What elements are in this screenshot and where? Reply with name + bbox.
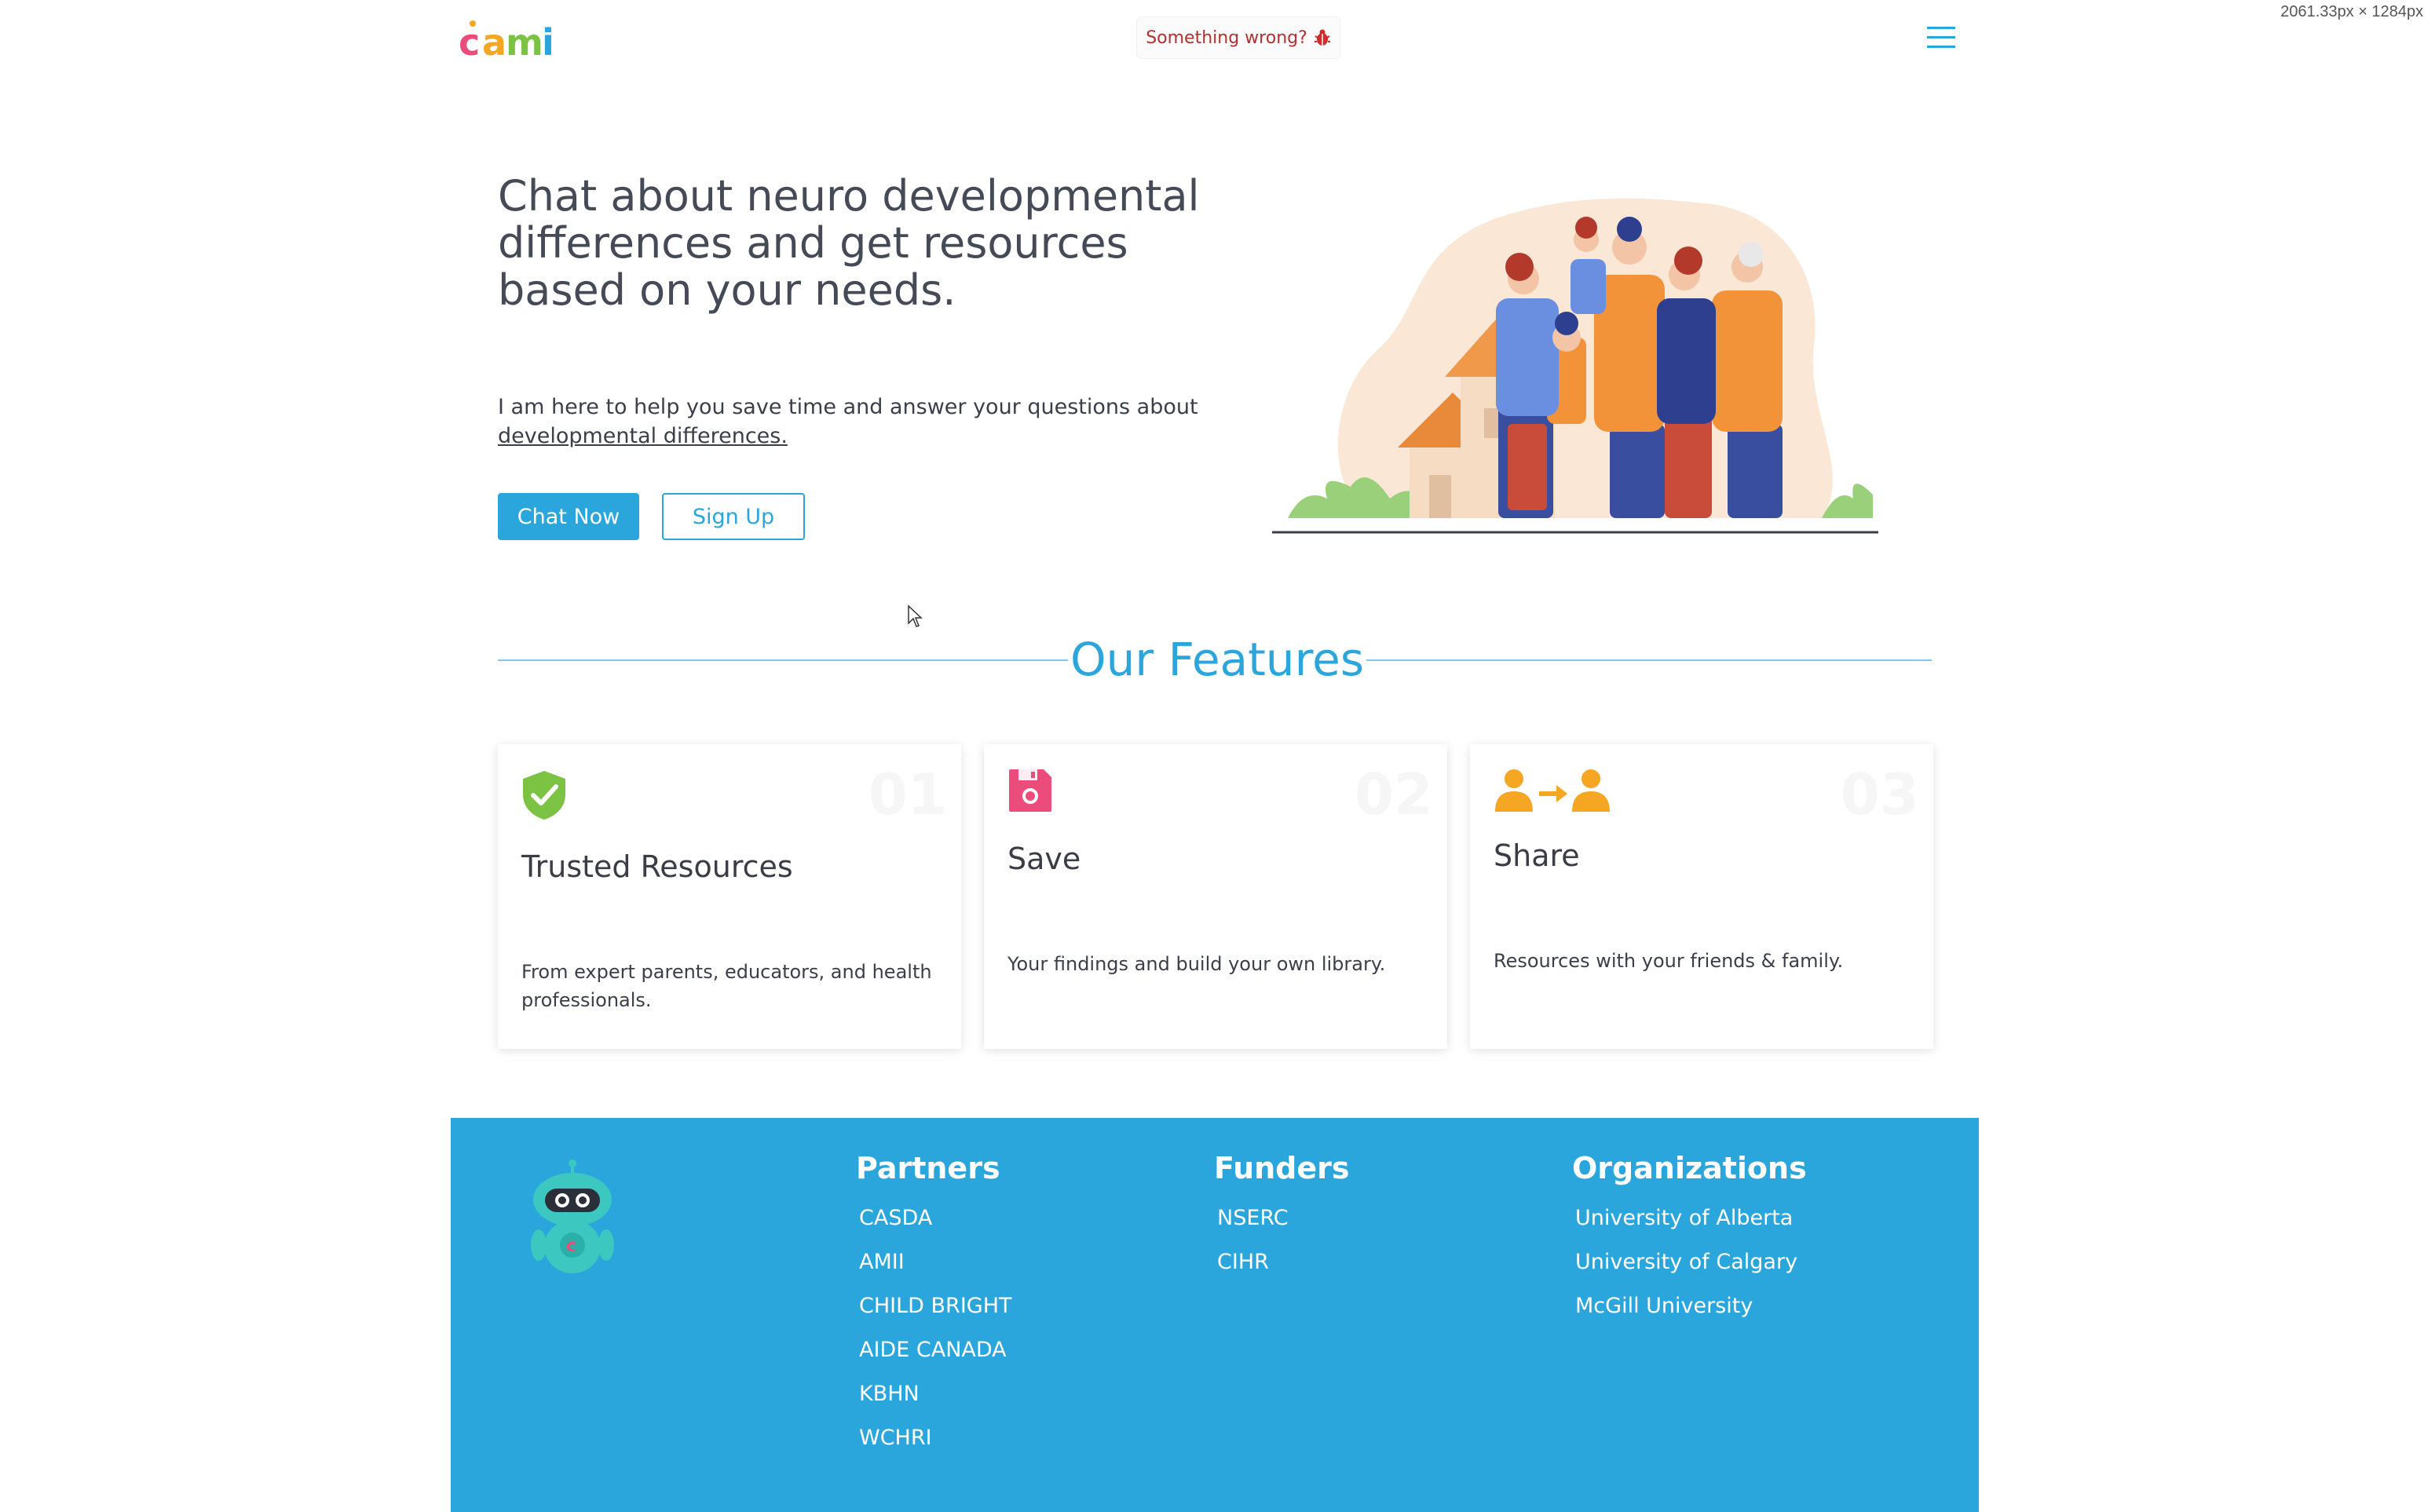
feature-number: 01 bbox=[868, 761, 947, 827]
feature-number: 02 bbox=[1354, 761, 1433, 827]
hero-title: Chat about neuro developmental differenc… bbox=[498, 171, 1200, 315]
dimensions-readout: 2061.33px × 1284px bbox=[2280, 3, 2423, 20]
hero-subtitle-text: I am here to help you save time and answ… bbox=[498, 395, 1198, 419]
feature-number: 03 bbox=[1840, 761, 1919, 827]
footer-link[interactable]: CIHR bbox=[1217, 1240, 1350, 1284]
sign-up-button[interactable]: Sign Up bbox=[662, 493, 805, 540]
cami-logo[interactable]: cami c a m i bbox=[459, 17, 553, 61]
svg-text:c: c bbox=[566, 1236, 576, 1256]
svg-text:a: a bbox=[482, 21, 506, 61]
share-users-icon bbox=[1495, 769, 1610, 812]
footer-organizations: Organizations University of Alberta Univ… bbox=[1572, 1151, 1807, 1328]
feature-description: From expert parents, educators, and heal… bbox=[521, 961, 932, 1011]
footer-link[interactable]: AMII bbox=[859, 1240, 1012, 1284]
feature-description: Resources with your friends & family. bbox=[1494, 950, 1844, 972]
developmental-differences-link[interactable]: developmental differences. bbox=[498, 424, 788, 448]
hamburger-menu-icon[interactable] bbox=[1927, 25, 1955, 50]
footer-column-title: Partners bbox=[856, 1151, 1000, 1185]
footer-link[interactable]: University of Alberta bbox=[1575, 1196, 1807, 1240]
report-issue-label: Something wrong? bbox=[1146, 27, 1307, 48]
feature-title: Save bbox=[1007, 842, 1081, 876]
feature-card-save: 02 Save Your findings and build your own… bbox=[984, 744, 1447, 1049]
footer-link[interactable]: WCHRI bbox=[859, 1416, 1012, 1460]
footer-link[interactable]: McGill University bbox=[1575, 1284, 1807, 1328]
svg-text:i: i bbox=[542, 21, 553, 61]
chat-now-button[interactable]: Chat Now bbox=[498, 493, 639, 540]
footer-funders: Funders NSERC CIHR bbox=[1214, 1151, 1350, 1284]
features-divider-left bbox=[498, 659, 1068, 661]
footer-link[interactable]: AIDE CANADA bbox=[859, 1328, 1012, 1372]
report-issue-button[interactable]: Something wrong? bbox=[1137, 17, 1340, 58]
shield-check-icon bbox=[523, 771, 565, 820]
feature-title: Trusted Resources bbox=[521, 849, 793, 884]
footer-column-title: Funders bbox=[1214, 1151, 1350, 1185]
footer-link[interactable]: CASDA bbox=[859, 1196, 1012, 1240]
footer-link[interactable]: NSERC bbox=[1217, 1196, 1350, 1240]
footer-link[interactable]: CHILD BRIGHT bbox=[859, 1284, 1012, 1328]
svg-text:m: m bbox=[506, 21, 543, 61]
features-divider-right bbox=[1366, 659, 1932, 661]
robot-mascot: c bbox=[531, 1160, 614, 1273]
family-illustration bbox=[1272, 198, 1878, 534]
feature-title: Share bbox=[1494, 838, 1580, 873]
feature-card-trusted-resources: 01 Trusted Resources From expert parents… bbox=[498, 744, 961, 1049]
feature-description: Your findings and build your own library… bbox=[1007, 953, 1386, 975]
hero-subtitle: I am here to help you save time and answ… bbox=[498, 393, 1220, 451]
footer-partners: Partners CASDA AMII CHILD BRIGHT AIDE CA… bbox=[856, 1151, 1012, 1460]
bug-icon bbox=[1314, 29, 1330, 46]
site-footer: c Partners CASDA AMII CHILD BRIGHT AIDE … bbox=[451, 1118, 1979, 1512]
floppy-disk-icon bbox=[1009, 769, 1051, 812]
mouse-cursor-icon bbox=[908, 604, 923, 627]
footer-column-title: Organizations bbox=[1572, 1151, 1807, 1185]
footer-link[interactable]: KBHN bbox=[859, 1372, 1012, 1416]
svg-text:c: c bbox=[459, 21, 480, 61]
features-title: Our Features bbox=[1070, 633, 1365, 686]
footer-link[interactable]: University of Calgary bbox=[1575, 1240, 1807, 1284]
feature-card-share: 03 Share Resources with your friends & f… bbox=[1470, 744, 1933, 1049]
